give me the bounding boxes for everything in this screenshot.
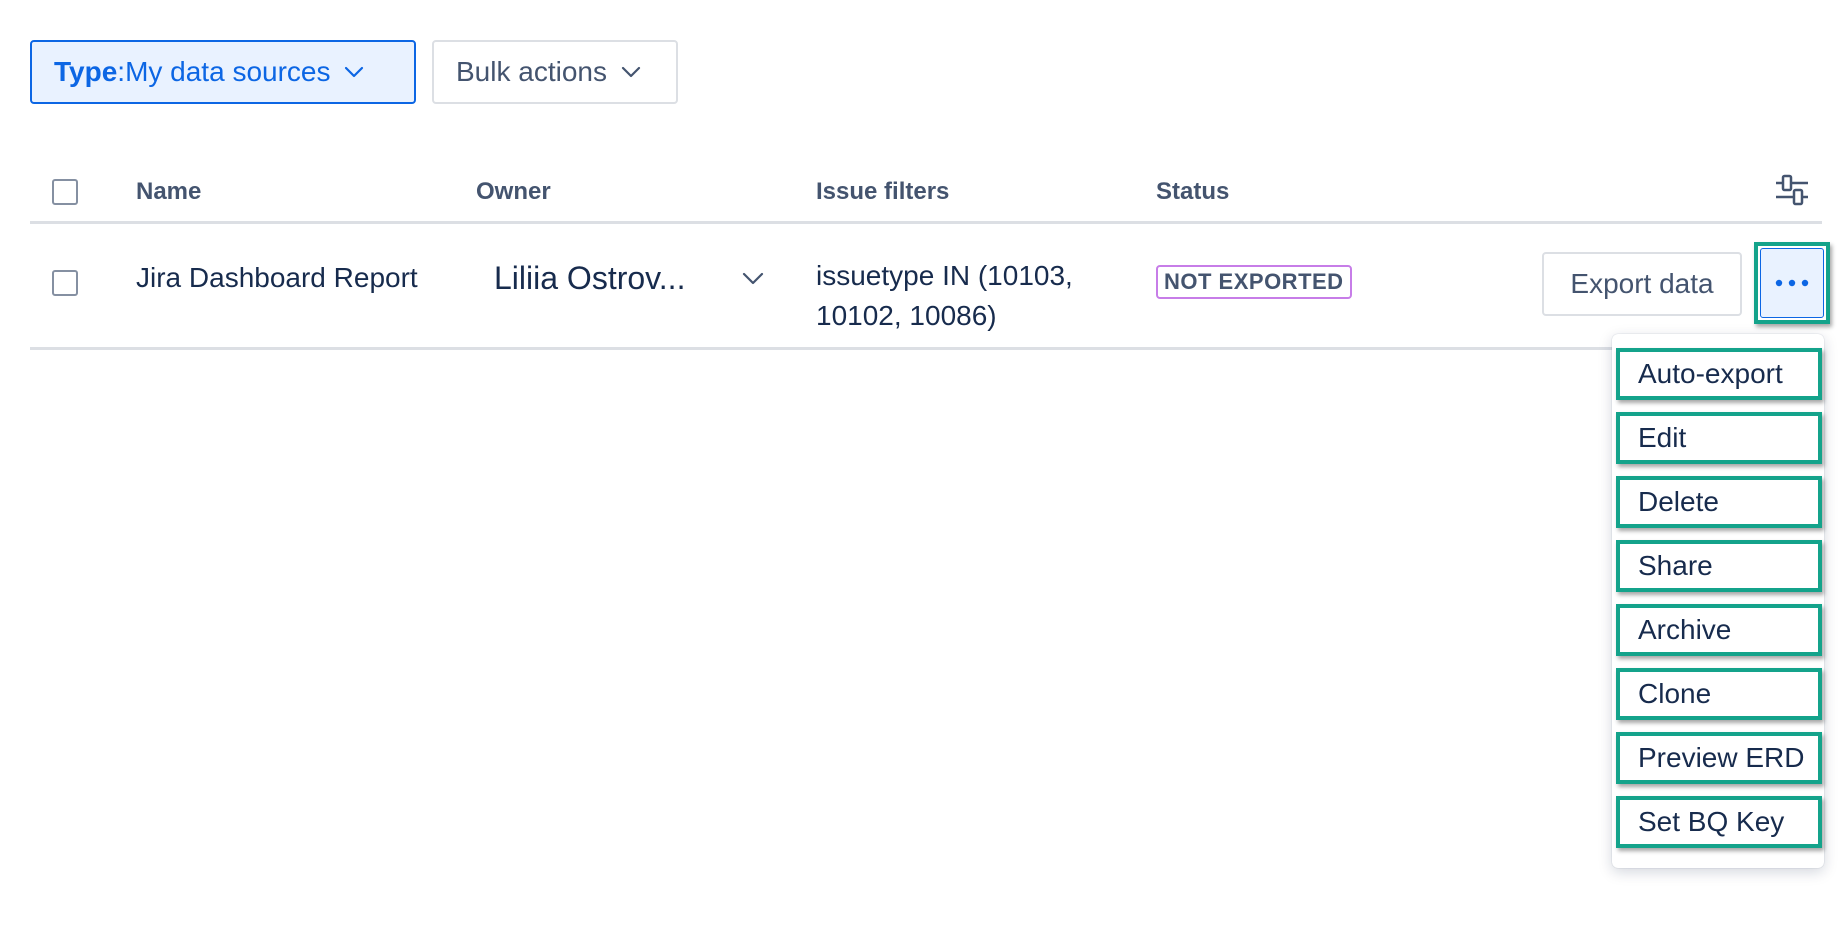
menu-item-auto-export[interactable]: Auto-export (1616, 348, 1822, 400)
row-name-cell: Jira Dashboard Report (136, 258, 418, 298)
bulk-actions-label: Bulk actions (456, 56, 607, 87)
type-filter-button[interactable]: Type: My data sources (30, 40, 416, 104)
row-name[interactable]: Jira Dashboard Report (136, 258, 418, 298)
column-header-issue-filters-label: Issue filters (816, 178, 950, 205)
column-header-name-label: Name (136, 178, 202, 205)
more-icon (1775, 274, 1809, 292)
column-header-owner[interactable]: Owner (476, 172, 551, 212)
menu-item-edit[interactable]: Edit (1616, 412, 1822, 464)
row-checkbox[interactable] (52, 270, 78, 296)
table-header: Name Owner Issue filters Status (30, 162, 1822, 224)
column-header-name[interactable]: Name (136, 172, 201, 212)
menu-item-delete[interactable]: Delete (1616, 476, 1822, 528)
column-header-status[interactable]: Status (1156, 172, 1229, 212)
issue-filters-line-1: issuetype IN (10103, (816, 260, 1073, 291)
table-row: Jira Dashboard Report Liliia Ostrov... i… (30, 224, 1830, 350)
row-issue-filters-cell: issuetype IN (10103, 10102, 10086) (816, 256, 1073, 336)
owner-select[interactable]: Liliia Ostrov... (494, 254, 794, 302)
chevron-down-icon (742, 272, 764, 290)
issue-filters-line-2: 10102, 10086) (816, 300, 997, 331)
column-header-issue-filters[interactable]: Issue filters (816, 172, 949, 212)
type-filter-separator: : (117, 56, 126, 87)
toolbar: Type: My data sources Bulk actions (30, 40, 678, 104)
chevron-down-icon (344, 66, 364, 78)
menu-item-archive[interactable]: Archive (1616, 604, 1822, 656)
chevron-down-icon (621, 66, 641, 78)
column-settings-icon[interactable] (1772, 168, 1812, 212)
select-all-cell (52, 172, 78, 212)
more-actions-button[interactable] (1760, 248, 1824, 318)
column-header-status-label: Status (1156, 178, 1230, 205)
export-data-label: Export data (1570, 268, 1714, 299)
menu-item-set-bq-key[interactable]: Set BQ Key (1616, 796, 1822, 848)
row-select-cell (52, 266, 78, 300)
menu-item-preview-erd[interactable]: Preview ERD (1616, 732, 1822, 784)
type-filter-label: Type (54, 56, 118, 87)
status-badge: NOT EXPORTED (1156, 265, 1352, 299)
menu-item-share[interactable]: Share (1616, 540, 1822, 592)
select-all-checkbox[interactable] (52, 179, 78, 205)
export-data-button[interactable]: Export data (1542, 252, 1742, 316)
column-header-owner-label: Owner (476, 178, 551, 205)
owner-value: Liliia Ostrov... (494, 259, 686, 296)
actions-menu: Auto-export Edit Delete Share Archive Cl… (1612, 334, 1824, 868)
type-filter-value: My data sources (125, 56, 331, 87)
row-status-cell: NOT EXPORTED (1156, 262, 1352, 302)
menu-item-clone[interactable]: Clone (1616, 668, 1822, 720)
page: Type: My data sources Bulk actions Name … (0, 0, 1842, 952)
bulk-actions-button[interactable]: Bulk actions (432, 40, 678, 104)
more-actions-highlight (1754, 242, 1830, 324)
